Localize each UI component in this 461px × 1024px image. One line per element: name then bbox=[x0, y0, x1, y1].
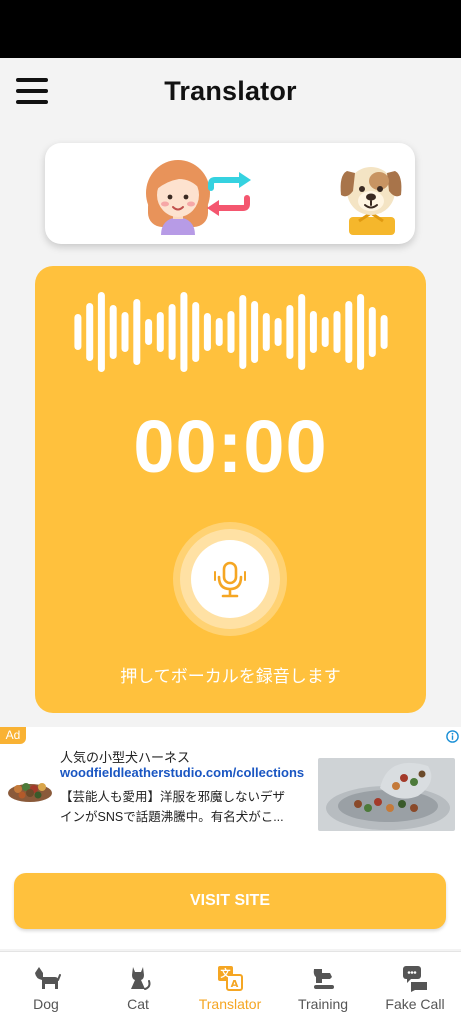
wave-bar bbox=[227, 311, 235, 353]
wave-bar bbox=[74, 314, 82, 350]
ad-headline[interactable]: 人気の小型犬ハーネス bbox=[60, 747, 190, 766]
nav-label: Dog bbox=[33, 996, 59, 1012]
dog-icon bbox=[35, 967, 61, 989]
translator-icon: 文 A bbox=[218, 966, 243, 991]
wave-bar bbox=[262, 313, 270, 351]
wave-bar bbox=[168, 304, 176, 360]
nav-label: Cat bbox=[127, 996, 149, 1012]
microphone-icon bbox=[214, 561, 246, 598]
nav-label: Training bbox=[297, 996, 349, 1012]
sound-wave-icon bbox=[74, 292, 388, 372]
visit-site-button[interactable]: VISIT SITE bbox=[14, 873, 446, 929]
wave-bar bbox=[274, 318, 282, 346]
record-hint: 押してボーカルを録音します bbox=[120, 667, 341, 686]
wave-bar bbox=[97, 292, 105, 372]
wave-bar bbox=[133, 299, 141, 365]
nav-item-cat[interactable]: Cat bbox=[92, 952, 184, 1024]
wave-bar bbox=[86, 303, 94, 361]
wave-bar bbox=[345, 301, 353, 363]
wave-bar bbox=[180, 292, 188, 372]
wave-bar bbox=[368, 307, 376, 357]
nav-label: Fake Call bbox=[385, 996, 445, 1012]
wave-bar bbox=[251, 301, 259, 363]
svg-text:A: A bbox=[231, 979, 239, 990]
wave-bar bbox=[333, 311, 341, 353]
dog-avatar-icon[interactable] bbox=[337, 157, 405, 235]
record-button[interactable] bbox=[191, 540, 269, 618]
wave-bar bbox=[121, 312, 129, 352]
wave-bar bbox=[357, 294, 365, 370]
ad-badge: Ad bbox=[0, 727, 26, 744]
wave-bar bbox=[286, 305, 294, 359]
wave-bar bbox=[203, 313, 211, 351]
wave-bar bbox=[298, 294, 306, 370]
wave-bar bbox=[309, 311, 317, 353]
recording-timer: 00:00 bbox=[133, 405, 328, 488]
nav-item-training[interactable]: Training bbox=[277, 952, 369, 1024]
swap-arrows-icon[interactable] bbox=[203, 172, 255, 216]
nav-item-translator[interactable]: 文 A Translator bbox=[184, 952, 276, 1024]
app-header: Translator bbox=[0, 58, 461, 128]
ad-description: 【芸能人も愛用】洋服を邪魔しないデザ インがSNSで話題沸騰中。有名犬がこ... bbox=[60, 787, 310, 827]
nav-label: Translator bbox=[198, 996, 262, 1012]
wave-bar bbox=[239, 295, 247, 369]
nav-item-dog[interactable]: Dog bbox=[0, 952, 92, 1024]
wave-bar bbox=[145, 319, 153, 345]
training-icon bbox=[313, 969, 334, 989]
wave-bar bbox=[192, 302, 200, 362]
ad-url[interactable]: woodfieldleatherstudio.com/collections bbox=[60, 765, 304, 780]
status-bar bbox=[0, 0, 461, 58]
nav-item-fake-call[interactable]: Fake Call bbox=[369, 952, 461, 1024]
wave-bar bbox=[109, 305, 117, 359]
wave-bar bbox=[321, 317, 329, 347]
bottom-navigation: Dog Cat 文 A Translator Training Fake Cal… bbox=[0, 951, 461, 1024]
info-icon[interactable] bbox=[446, 730, 459, 743]
ad-description-line: 【芸能人も愛用】洋服を邪魔しないデザ bbox=[60, 790, 286, 804]
ad-image[interactable] bbox=[318, 758, 455, 831]
page-title: Translator bbox=[164, 76, 297, 106]
ad-thumbnail[interactable] bbox=[6, 749, 54, 813]
wave-bar bbox=[215, 318, 223, 346]
wave-bar bbox=[380, 315, 388, 349]
cat-icon bbox=[131, 967, 151, 990]
wave-bar bbox=[156, 312, 164, 352]
fake-call-icon bbox=[403, 966, 427, 992]
ad-description-line: インがSNSで話題沸騰中。有名犬がこ... bbox=[60, 810, 284, 824]
